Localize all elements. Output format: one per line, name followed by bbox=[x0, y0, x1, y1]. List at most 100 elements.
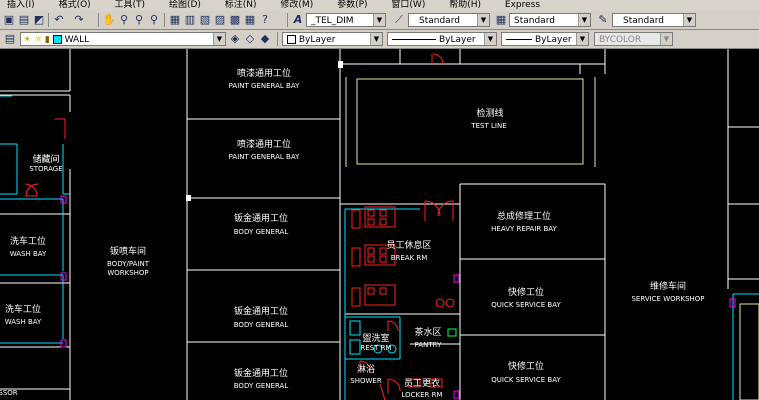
linetype-control-select[interactable]: ByLayer ▼ bbox=[387, 32, 497, 46]
room-label-cn: 洗车工位 bbox=[10, 235, 46, 247]
room-label-cn: 钣金通用工位 bbox=[234, 367, 288, 379]
layer-manager-icon[interactable]: ▤ bbox=[3, 32, 17, 46]
menu-bar: 插入(I) 格式(O) 工具(T) 绘图(D) 标注(N) 修改(M) 参数(P… bbox=[0, 0, 759, 11]
room-label-cn: 快修工位 bbox=[508, 360, 544, 372]
room-label-cn: 茶水区 bbox=[414, 326, 441, 338]
room-label-en: PAINT GENERAL BAY bbox=[229, 153, 300, 161]
menu-window[interactable]: 窗口(W) bbox=[391, 0, 425, 11]
design-center-icon[interactable]: ▥ bbox=[183, 13, 197, 27]
green-marker bbox=[447, 328, 457, 337]
room-label-en: QUICK SERVICE BAY bbox=[491, 376, 561, 384]
chevron-down-icon[interactable]: ▼ bbox=[683, 14, 695, 26]
room-label-en: WASH BAY bbox=[5, 318, 42, 326]
room-label-cn: 快修工位 bbox=[508, 286, 544, 298]
standard-toolbar: ▣ ▤ ◩ ↶ ↷ ✋ ⚲ ⚲ ⚲ ▦ ▥ ▧ ▨ ▩ ▦ ? A _TEL_D… bbox=[0, 11, 759, 30]
plotstyle-value: BYCOLOR bbox=[599, 35, 642, 45]
layers-toolbar: ▤ ☀ ☼ ▮ WALL ▼ ◈ ◇ ◆ ByLayer ▼ ByLayer ▼… bbox=[0, 30, 759, 49]
menu-modify[interactable]: 修改(M) bbox=[280, 0, 313, 11]
room-label-en: WORKSHOP bbox=[107, 269, 148, 277]
room-label-cn: 总成修理工位 bbox=[497, 210, 551, 222]
menu-parametric[interactable]: 参数(P) bbox=[337, 0, 367, 11]
tool-palettes-icon[interactable]: ▧ bbox=[198, 13, 212, 27]
quickcalc-icon[interactable]: ▦ bbox=[243, 13, 257, 27]
layer-previous-icon[interactable]: ◇ bbox=[243, 32, 257, 46]
undo-icon[interactable]: ↶ bbox=[52, 13, 66, 27]
linetype-value: ByLayer bbox=[439, 35, 476, 45]
zoom-window-icon[interactable]: ⚲ bbox=[132, 13, 146, 27]
table-style-icon[interactable]: ▦ bbox=[494, 13, 508, 27]
room-label-cn: 钣金通用工位 bbox=[234, 212, 288, 224]
room-label-en: BODY GENERAL bbox=[234, 228, 289, 236]
room-label-en: TEST LINE bbox=[470, 122, 506, 130]
room-label-en: HEAVY REPAIR BAY bbox=[491, 225, 557, 233]
linetype-preview bbox=[392, 39, 436, 40]
room-labels: 喷漆通用工位 PAINT GENERAL BAY 喷漆通用工位 PAINT GE… bbox=[0, 67, 705, 399]
test-line-outline bbox=[356, 78, 584, 165]
plotstyle-control-select[interactable]: BYCOLOR ▼ bbox=[594, 32, 673, 46]
chevron-down-icon[interactable]: ▼ bbox=[576, 33, 588, 45]
lightbulb-icon: ☀ bbox=[23, 35, 32, 45]
room-label-cn: 员工休息区 bbox=[386, 239, 431, 251]
room-label-cn: 钣喷车间 bbox=[110, 245, 146, 257]
layer-states-icon[interactable]: ◆ bbox=[258, 32, 272, 46]
dim-style-icon[interactable]: ⟋ bbox=[392, 13, 406, 27]
chevron-down-icon[interactable]: ▼ bbox=[370, 33, 382, 45]
multileader-style-value: Standard bbox=[623, 16, 664, 26]
menu-dimension[interactable]: 标注(N) bbox=[225, 0, 257, 11]
room-label-en: WASH BAY bbox=[10, 250, 47, 258]
room-label-cn: 淋浴 bbox=[357, 363, 375, 375]
multileader-style-select[interactable]: Standard ▼ bbox=[612, 13, 696, 27]
menu-insert[interactable]: 插入(I) bbox=[7, 0, 35, 11]
drawing-canvas[interactable]: 喷漆通用工位 PAINT GENERAL BAY 喷漆通用工位 PAINT GE… bbox=[0, 49, 759, 400]
floor-plan: 喷漆通用工位 PAINT GENERAL BAY 喷漆通用工位 PAINT GE… bbox=[0, 49, 759, 400]
sheet-set-icon[interactable]: ▨ bbox=[213, 13, 227, 27]
sun-icon: ☼ bbox=[33, 35, 43, 45]
multileader-style-icon[interactable]: ✎ bbox=[596, 13, 610, 27]
room-label-en: BODY/PAINT bbox=[107, 260, 150, 268]
room-label-en: BREAK RM bbox=[391, 254, 428, 262]
room-label-cn: 洗车工位 bbox=[5, 303, 41, 315]
room-label-en: QUICK SERVICE BAY bbox=[491, 301, 561, 309]
room-label-cn: 盥洗室 bbox=[362, 332, 389, 344]
chevron-down-icon[interactable]: ▼ bbox=[477, 14, 489, 26]
menu-tools[interactable]: 工具(T) bbox=[115, 0, 146, 11]
chevron-down-icon[interactable]: ▼ bbox=[660, 33, 672, 45]
print-preview-icon[interactable]: ◩ bbox=[32, 13, 46, 27]
layer-select[interactable]: ☀ ☼ ▮ WALL ▼ bbox=[20, 32, 226, 46]
stair-outline bbox=[739, 303, 759, 400]
room-label-en: SSOR bbox=[0, 389, 18, 397]
room-label-en: PAINT GENERAL BAY bbox=[229, 82, 300, 90]
chevron-down-icon[interactable]: ▼ bbox=[484, 33, 496, 45]
help-icon[interactable]: ? bbox=[258, 13, 272, 27]
color-control-select[interactable]: ByLayer ▼ bbox=[282, 32, 383, 46]
layer-color-swatch bbox=[52, 35, 62, 44]
menu-draw[interactable]: 绘图(D) bbox=[169, 0, 201, 11]
menu-format[interactable]: 格式(O) bbox=[59, 0, 91, 11]
make-layer-current-icon[interactable]: ◈ bbox=[228, 32, 242, 46]
room-label-cn: 喷漆通用工位 bbox=[237, 138, 291, 150]
room-label-cn: 喷漆通用工位 bbox=[237, 67, 291, 79]
zoom-realtime-icon[interactable]: ⚲ bbox=[117, 13, 131, 27]
chevron-down-icon[interactable]: ▼ bbox=[373, 14, 385, 26]
table-style-select[interactable]: Standard ▼ bbox=[509, 13, 591, 27]
room-label-en: LOCKER RM bbox=[401, 391, 442, 399]
zoom-previous-icon[interactable]: ⚲ bbox=[147, 13, 161, 27]
color-value: ByLayer bbox=[298, 35, 336, 45]
room-label-en: BODY GENERAL bbox=[234, 382, 289, 390]
properties-icon[interactable]: ▦ bbox=[168, 13, 182, 27]
text-style-icon[interactable]: A bbox=[291, 13, 305, 27]
redo-icon[interactable]: ↷ bbox=[72, 13, 86, 27]
dim-style-select[interactable]: _TEL_DIM ▼ bbox=[306, 13, 386, 27]
room-label-cn: 维修车间 bbox=[650, 280, 686, 292]
markup-icon[interactable]: ▩ bbox=[228, 13, 242, 27]
menu-express[interactable]: Express bbox=[505, 0, 540, 11]
save-icon[interactable]: ▣ bbox=[2, 13, 16, 27]
chevron-down-icon[interactable]: ▼ bbox=[578, 14, 590, 26]
print-icon[interactable]: ▤ bbox=[17, 13, 31, 27]
text-style-select[interactable]: Standard ▼ bbox=[408, 13, 490, 27]
pan-icon[interactable]: ✋ bbox=[102, 13, 116, 27]
chevron-down-icon[interactable]: ▼ bbox=[213, 33, 225, 45]
lineweight-preview bbox=[506, 39, 532, 40]
lineweight-control-select[interactable]: ByLayer ▼ bbox=[501, 32, 589, 46]
menu-help[interactable]: 帮助(H) bbox=[449, 0, 481, 11]
